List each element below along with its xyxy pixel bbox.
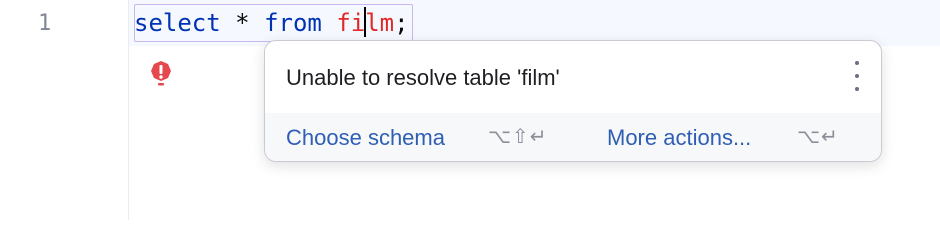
choose-schema-link[interactable]: Choose schema: [286, 125, 445, 151]
unresolved-table-token-start: fi: [336, 9, 366, 37]
line-number: 1: [38, 11, 52, 36]
choose-schema-shortcut: ⌥⇧↵: [488, 126, 548, 148]
keyword-from: from: [264, 9, 322, 37]
more-actions-link[interactable]: More actions...: [607, 125, 751, 151]
popup-message: Unable to resolve table 'film': [286, 65, 560, 90]
unresolved-table-token-end: lm: [365, 9, 395, 37]
code-line[interactable]: select * from film;: [134, 4, 409, 42]
more-actions-shortcut: ⌥↵: [797, 126, 839, 148]
editor-gutter: 1: [0, 0, 129, 220]
popup-actions-bar: Choose schema ⌥⇧↵ More actions... ⌥↵: [265, 113, 881, 161]
more-vertical-icon[interactable]: [853, 61, 861, 91]
code-semicolon: ;: [394, 9, 409, 37]
inspection-popup: Unable to resolve table 'film' Choose sc…: [264, 40, 882, 162]
keyword-select: select: [134, 9, 221, 37]
code-star: *: [220, 9, 265, 37]
error-exclamation-icon[interactable]: [150, 60, 172, 88]
